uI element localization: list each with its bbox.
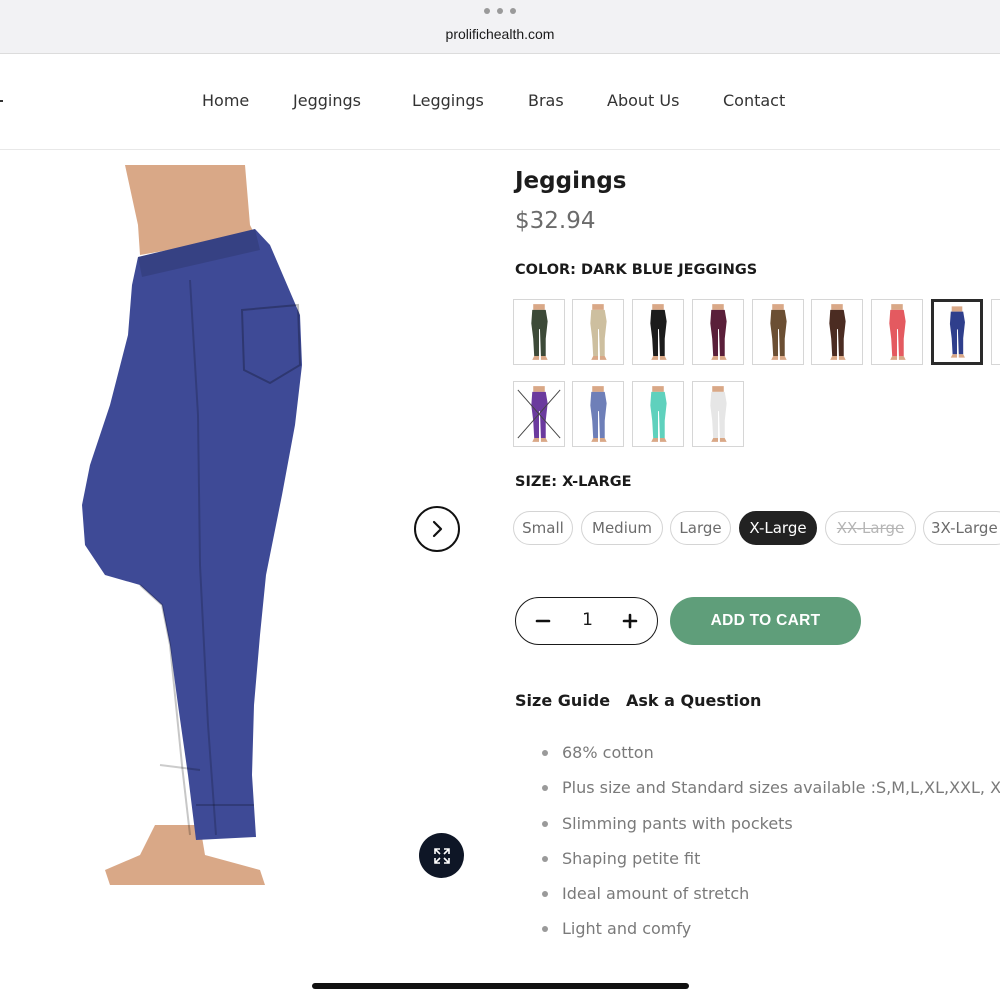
feature-item: Light and comfy (541, 917, 1000, 952)
color-swatch[interactable] (692, 299, 744, 365)
nav-item-home[interactable]: Home (202, 91, 249, 110)
swatch-leggings-thumbnail (531, 304, 548, 360)
color-swatch[interactable] (632, 299, 684, 365)
feature-item: 68% cotton (541, 741, 1000, 776)
size-option-xx-large[interactable]: XX-Large (825, 511, 916, 545)
quantity-decrease-button[interactable] (530, 608, 556, 634)
product-image[interactable] (70, 165, 370, 890)
swatch-leggings-thumbnail (770, 304, 787, 360)
nav-item-contact[interactable]: Contact (723, 91, 785, 110)
next-image-button[interactable] (414, 506, 460, 552)
swatch-leggings-thumbnail (590, 386, 607, 442)
nav-item-bras[interactable]: Bras (528, 91, 564, 110)
color-swatch[interactable] (632, 381, 684, 447)
feature-item: Plus size and Standard sizes available :… (541, 776, 1000, 811)
color-swatch[interactable] (572, 299, 624, 365)
swatch-leggings-thumbnail (650, 304, 667, 360)
product-title: Jeggings (515, 168, 627, 194)
size-option-medium[interactable]: Medium (581, 511, 663, 545)
nav-item-jeggings[interactable]: Jeggings (293, 91, 361, 110)
color-swatch[interactable] (752, 299, 804, 365)
ask-question-link[interactable]: Ask a Question (626, 691, 761, 710)
color-swatch[interactable] (572, 381, 624, 447)
swatch-leggings-thumbnail (650, 386, 667, 442)
size-label: SIZE: X-LARGE (515, 474, 632, 490)
color-swatch[interactable] (991, 299, 1000, 365)
swatch-leggings-thumbnail (517, 386, 561, 442)
plus-icon (622, 613, 638, 629)
expand-icon (433, 847, 450, 864)
main-nav: Home Jeggings Leggings Bras About Us Con… (0, 91, 1000, 115)
swatch-leggings-thumbnail (590, 304, 607, 360)
site-header: Home Jeggings Leggings Bras About Us Con… (0, 55, 1000, 150)
feature-item: Slimming pants with pockets (541, 812, 1000, 847)
feature-list: 68% cotton Plus size and Standard sizes … (541, 741, 1000, 953)
minus-icon (535, 619, 551, 623)
color-swatch[interactable] (692, 381, 744, 447)
add-to-cart-button[interactable]: ADD TO CART (670, 597, 861, 645)
product-price: $32.94 (515, 208, 596, 234)
swatch-leggings-thumbnail (949, 306, 965, 358)
chevron-right-icon (432, 520, 443, 538)
nav-item-leggings[interactable]: Leggings (412, 91, 484, 110)
quantity-value[interactable]: 1 (566, 610, 609, 630)
size-option-3x-large[interactable]: 3X-Large (923, 511, 1000, 545)
color-swatch[interactable] (513, 381, 565, 447)
home-indicator[interactable] (312, 983, 689, 989)
swatch-leggings-thumbnail (710, 386, 727, 442)
size-guide-link[interactable]: Size Guide (515, 691, 610, 710)
swatch-leggings-thumbnail (829, 304, 846, 360)
expand-image-button[interactable] (419, 833, 464, 878)
size-option-small[interactable]: Small (513, 511, 573, 545)
url-text[interactable]: prolifichealth.com (0, 26, 1000, 42)
swatch-leggings-thumbnail (889, 304, 906, 360)
color-swatch[interactable] (871, 299, 923, 365)
swatch-leggings-thumbnail (992, 300, 1000, 364)
color-swatch[interactable] (811, 299, 863, 365)
nav-item-about-us[interactable]: About Us (607, 91, 679, 110)
size-option-x-large[interactable]: X-Large (739, 511, 817, 545)
swatch-leggings-thumbnail (710, 304, 727, 360)
color-swatch[interactable] (513, 299, 565, 365)
feature-item: Ideal amount of stretch (541, 882, 1000, 917)
color-swatch[interactable] (931, 299, 983, 365)
browser-url-bar: prolifichealth.com (0, 0, 1000, 54)
more-dots-icon[interactable] (484, 6, 516, 16)
feature-item: Shaping petite fit (541, 847, 1000, 882)
jeggings-illustration (82, 165, 302, 885)
quantity-increase-button[interactable] (617, 608, 643, 634)
color-label: COLOR: DARK BLUE JEGGINGS (515, 262, 758, 278)
quantity-stepper: 1 (515, 597, 658, 645)
size-option-large[interactable]: Large (670, 511, 731, 545)
